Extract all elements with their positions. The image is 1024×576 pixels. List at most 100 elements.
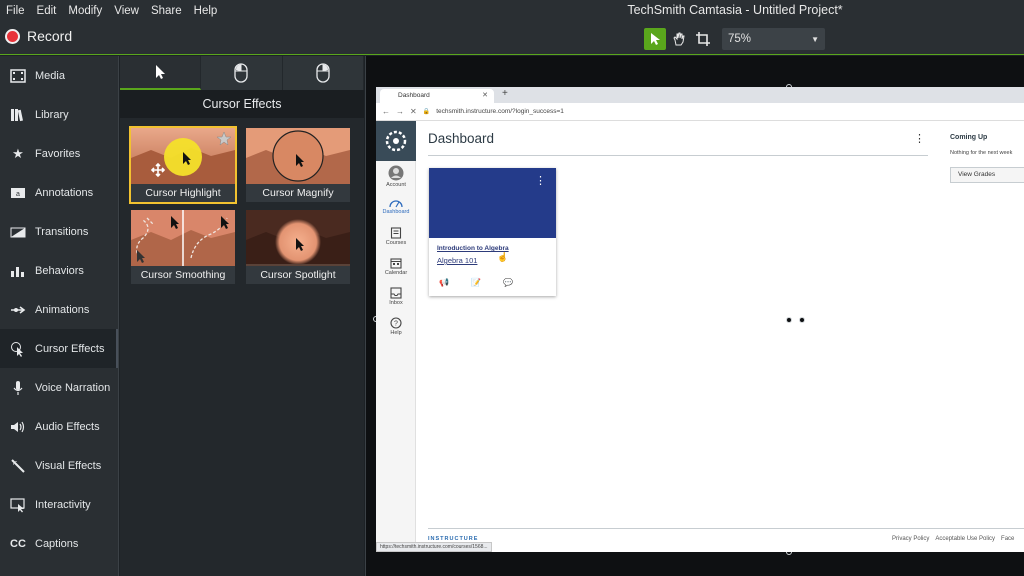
menu-view[interactable]: View: [108, 0, 145, 22]
sidebar-item-media[interactable]: Media: [0, 56, 118, 95]
coming-up-note: Nothing for the next week: [950, 150, 1013, 156]
course-card[interactable]: ⋮ Introduction to Algebra Algebra 101 ☝ …: [429, 168, 556, 296]
sidebar-item-captions[interactable]: CC Captions: [0, 524, 118, 563]
sidebar-item-library[interactable]: Library: [0, 95, 118, 134]
svg-text:?: ?: [394, 320, 398, 327]
film-icon: [10, 68, 26, 84]
sidebar-item-annotations[interactable]: a Annotations: [0, 173, 118, 212]
sidebar-item-visual-effects[interactable]: Visual Effects: [0, 446, 118, 485]
panel-tabs: [120, 56, 364, 90]
zoom-dropdown[interactable]: 75% ▼: [722, 28, 825, 50]
tab-cursor[interactable]: [120, 56, 202, 90]
tab-left-click[interactable]: [201, 56, 283, 90]
sidebar-item-label: Interactivity: [35, 498, 91, 511]
sidebar-item-animations[interactable]: Animations: [0, 290, 118, 329]
lms-nav-label: Courses: [385, 239, 407, 246]
effect-preview: [246, 128, 350, 184]
sidebar-item-audio-effects[interactable]: Audio Effects: [0, 407, 118, 446]
lms-nav-inbox[interactable]: Inbox: [376, 281, 416, 311]
star-icon: ★: [12, 145, 24, 161]
kebab-menu-icon[interactable]: ⋮: [914, 132, 925, 145]
course-title-link[interactable]: Introduction to Algebra: [437, 245, 509, 252]
menu-file[interactable]: File: [0, 0, 31, 22]
footer-link[interactable]: Acceptable Use Policy: [935, 536, 995, 542]
forward-icon[interactable]: →: [396, 107, 404, 116]
hand-pointer-icon: ☝: [497, 252, 509, 262]
canvas-marker-dot: [786, 317, 792, 323]
view-grades-button[interactable]: View Grades: [950, 167, 1024, 183]
browser-tab-strip: Dashboard ✕ +: [376, 87, 1024, 103]
lms-nav-label: Inbox: [389, 299, 403, 306]
lms-logo-icon[interactable]: [376, 121, 416, 161]
tab-right-click[interactable]: [283, 56, 364, 90]
record-label: Record: [27, 28, 73, 44]
calendar-icon: [390, 257, 402, 269]
sidebar-item-interactivity[interactable]: Interactivity: [0, 485, 118, 524]
lock-icon: 🔒: [422, 109, 431, 115]
effect-cursor-smoothing[interactable]: Cursor Smoothing: [131, 210, 235, 284]
browser-tab[interactable]: Dashboard ✕: [380, 89, 494, 103]
sidebar-item-favorites[interactable]: ★ Favorites: [0, 134, 118, 173]
lms-nav-calendar[interactable]: Calendar: [376, 251, 416, 281]
speaker-icon: [10, 419, 26, 435]
lms-nav-courses[interactable]: Courses: [376, 221, 416, 251]
mouse-left-click-icon: [234, 63, 249, 83]
discussions-icon[interactable]: 💬: [503, 278, 513, 287]
sidebar-item-transitions[interactable]: Transitions: [0, 212, 118, 251]
page-title: Dashboard: [428, 131, 495, 146]
crop-tool-button[interactable]: [692, 28, 714, 50]
sidebar-item-label: Media: [35, 69, 65, 82]
pointer-icon: [651, 33, 660, 45]
sidebar-item-voice-narration[interactable]: Voice Narration: [0, 368, 118, 407]
back-icon[interactable]: ←: [382, 107, 390, 116]
new-tab-icon[interactable]: +: [502, 88, 508, 99]
lms-sidebar: Account Dashboard Courses Calendar Inbox…: [376, 121, 416, 552]
annotation-icon: a: [10, 185, 26, 201]
record-button[interactable]: Record: [5, 28, 72, 44]
menu-modify[interactable]: Modify: [62, 0, 108, 22]
announcements-icon[interactable]: 📢: [439, 278, 449, 287]
pan-tool-button[interactable]: [668, 28, 690, 50]
assignments-icon[interactable]: 📝: [471, 278, 481, 287]
close-icon[interactable]: ✕: [482, 89, 488, 103]
lms-nav-dashboard[interactable]: Dashboard: [376, 191, 416, 221]
effect-preview: [131, 128, 235, 184]
effect-preview: [246, 210, 350, 266]
effect-label: Cursor Highlight: [131, 184, 235, 202]
effect-label: Cursor Magnify: [246, 184, 350, 202]
coming-up-heading: Coming Up: [950, 134, 988, 141]
svg-text:a: a: [16, 191, 20, 198]
sidebar-item-behaviors[interactable]: Behaviors: [0, 251, 118, 290]
recorded-browser-clip[interactable]: Dashboard ✕ + ← → ✕ 🔒 techsmith.instruct…: [376, 87, 1024, 552]
kebab-menu-icon[interactable]: ⋮: [535, 174, 546, 187]
menu-edit[interactable]: Edit: [31, 0, 63, 22]
help-icon: ?: [390, 316, 402, 329]
effect-label: Cursor Spotlight: [246, 266, 350, 284]
menu-share[interactable]: Share: [145, 0, 188, 22]
effect-cursor-spotlight[interactable]: Cursor Spotlight: [246, 210, 350, 284]
select-tool-button[interactable]: [644, 28, 666, 50]
course-code-link[interactable]: Algebra 101: [437, 256, 477, 265]
hand-icon: [673, 32, 685, 46]
footer-link[interactable]: Face: [1001, 536, 1014, 542]
pointer-icon: [156, 65, 166, 79]
sidebar-item-cursor-effects[interactable]: Cursor Effects: [0, 329, 118, 368]
animation-arrow-icon: [10, 302, 26, 318]
chevron-down-icon: ▼: [811, 34, 819, 44]
canvas-tools: [644, 28, 714, 50]
url-text[interactable]: techsmith.instructure.com/?login_success…: [436, 108, 564, 115]
sidebar-item-label: Animations: [35, 303, 90, 316]
lms-nav-account[interactable]: Account: [376, 161, 416, 191]
effect-cursor-highlight[interactable]: Cursor Highlight: [129, 126, 237, 204]
lms-nav-label: Calendar: [384, 269, 408, 276]
lms-nav-label: Account: [386, 181, 406, 188]
effect-cursor-magnify[interactable]: Cursor Magnify: [246, 128, 350, 202]
behaviors-icon: [10, 263, 26, 279]
stop-icon[interactable]: ✕: [410, 107, 417, 116]
lms-nav-help[interactable]: ? Help: [376, 311, 416, 341]
transition-icon: [10, 224, 26, 240]
footer-link[interactable]: Privacy Policy: [892, 536, 929, 542]
course-card-hero[interactable]: ⋮: [429, 168, 556, 238]
menu-help[interactable]: Help: [188, 0, 224, 22]
course-card-actions: 📢 📝 💬: [439, 278, 513, 287]
